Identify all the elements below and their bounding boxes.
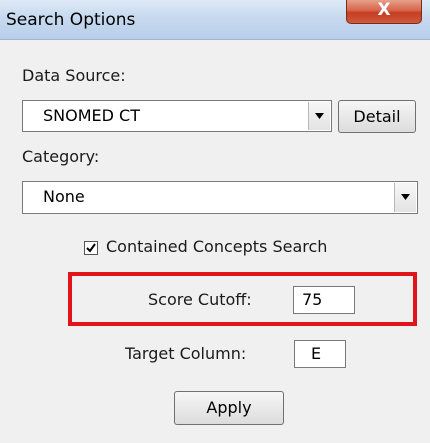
title-bar: Search Options X: [0, 0, 430, 40]
data-source-value: SNOMED CT: [43, 106, 140, 125]
contained-concepts-checkbox[interactable]: [84, 241, 98, 255]
checkmark-icon: [86, 243, 96, 253]
window-title: Search Options: [6, 10, 136, 30]
close-icon: X: [377, 0, 391, 20]
dropdown-arrow-icon: [401, 194, 410, 200]
detail-button[interactable]: Detail: [338, 100, 416, 133]
dialog-body: Data Source: SNOMED CT Detail Category: …: [0, 40, 430, 443]
target-column-input[interactable]: E: [294, 340, 346, 368]
contained-concepts-label: Contained Concepts Search: [106, 237, 328, 256]
apply-button[interactable]: Apply: [174, 391, 284, 425]
category-select[interactable]: None: [22, 181, 418, 214]
data-source-dropdown-button[interactable]: [308, 102, 330, 130]
data-source-label: Data Source:: [22, 66, 126, 85]
dropdown-arrow-icon: [315, 113, 324, 119]
category-label: Category:: [22, 147, 100, 166]
category-value: None: [43, 187, 85, 206]
close-button[interactable]: X: [346, 0, 422, 24]
score-cutoff-input[interactable]: 75: [293, 286, 355, 314]
data-source-select[interactable]: SNOMED CT: [22, 100, 332, 132]
category-dropdown-button[interactable]: [394, 183, 416, 212]
score-cutoff-label: Score Cutoff:: [148, 290, 252, 309]
target-column-label: Target Column:: [125, 344, 247, 363]
